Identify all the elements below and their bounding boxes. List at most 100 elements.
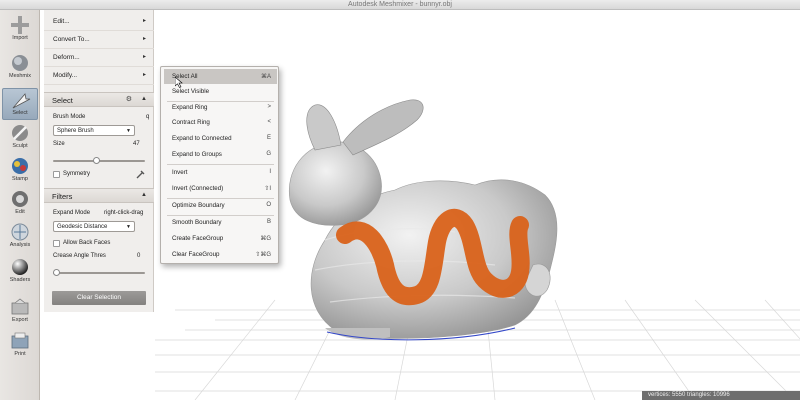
symmetry-checkbox[interactable]: [53, 171, 60, 178]
menu-convert-to[interactable]: Convert To... ▸: [44, 31, 154, 49]
tool-label: Analysis: [9, 242, 31, 248]
shortcut-label: B: [266, 219, 271, 225]
tool-import[interactable]: Import: [2, 14, 38, 46]
edit-icon: [12, 191, 28, 207]
tool-shaders[interactable]: Shaders: [2, 256, 38, 288]
dropdown-value: Geodesic Distance: [57, 224, 108, 230]
crease-angle-value: 0: [137, 253, 141, 259]
printer-icon: [11, 332, 29, 349]
shortcut-label: I: [269, 169, 271, 175]
tool-label: Stamp: [12, 176, 28, 182]
collapse-triangle-icon[interactable]: ▲: [141, 96, 147, 102]
shortcut-label: <: [267, 119, 271, 125]
filters-section-header[interactable]: Filters ▲: [44, 188, 154, 203]
meshmix-icon: [12, 55, 28, 71]
tool-analysis[interactable]: Analysis: [2, 221, 38, 253]
shortcut-label: ⇧I: [264, 186, 271, 192]
brush-mode-dropdown[interactable]: Sphere Brush ▼: [53, 125, 135, 136]
brush-mode-shortcut-icon: q: [146, 114, 150, 120]
title-bar: Autodesk Meshmixer - bunnyr.obj: [0, 0, 800, 10]
brush-mode-label: Brush Mode: [53, 114, 86, 120]
properties-panel: Edit... ▸ Convert To... ▸ Deform... ▸ Mo…: [44, 10, 154, 312]
menu-modify[interactable]: Modify... ▸: [44, 67, 154, 85]
menu-item-label: Expand to Connected: [172, 135, 232, 142]
tool-label: Print: [14, 351, 26, 357]
wrench-icon[interactable]: [136, 169, 146, 179]
section-title: Filters: [52, 192, 73, 201]
plus-icon: [11, 16, 29, 34]
select-context-menu: Select All ⌘A Select Visible Expand Ring…: [160, 66, 279, 264]
tool-label: Export: [12, 317, 28, 323]
menu-item-label: Expand to Groups: [172, 151, 222, 158]
menu-expand-to-groups[interactable]: Expand to Groups G: [164, 147, 277, 162]
menu-expand-ring[interactable]: Expand Ring >: [164, 100, 277, 115]
menu-invert[interactable]: Invert I: [164, 165, 277, 180]
slider-thumb[interactable]: [53, 269, 60, 276]
shader-sphere-icon: [12, 259, 28, 275]
shortcut-label: ⌘A: [260, 74, 271, 80]
tool-label: Import: [12, 35, 28, 41]
menu-item-label: Select Visible: [172, 88, 210, 95]
section-title: Select: [52, 96, 73, 105]
menu-smooth-boundary[interactable]: Smooth Boundary B: [164, 215, 277, 230]
tool-label: Sculpt: [12, 143, 28, 149]
select-section-header[interactable]: Select ⚙ ▲: [44, 92, 154, 107]
expand-mode-dropdown[interactable]: Geodesic Distance ▼: [53, 221, 135, 232]
menu-item-label: Create FaceGroup: [172, 235, 224, 242]
collapse-triangle-icon[interactable]: ▲: [141, 192, 147, 198]
tool-sculpt[interactable]: Sculpt: [2, 122, 38, 154]
menu-label: Deform...: [53, 54, 80, 61]
menu-invert-connected[interactable]: Invert (Connected) ⇧I: [164, 181, 277, 196]
stamp-icon: [12, 158, 28, 174]
chevron-down-icon: ▼: [126, 128, 131, 134]
tool-label: Select: [12, 110, 28, 116]
tool-label: Edit: [15, 209, 25, 215]
tool-stamp[interactable]: Stamp: [2, 155, 38, 187]
gear-icon[interactable]: ⚙: [126, 95, 132, 103]
menu-clear-facegroup[interactable]: Clear FaceGroup ⇧⌘G: [164, 247, 277, 262]
tool-edit[interactable]: Edit: [2, 188, 38, 220]
chevron-right-icon: ▸: [142, 18, 146, 24]
brush-icon: [12, 125, 28, 141]
clear-selection-button[interactable]: Clear Selection: [52, 291, 146, 305]
tool-export[interactable]: Export: [2, 296, 38, 328]
analysis-icon: [11, 223, 29, 241]
crease-angle-label: Crease Angle Thres: [53, 253, 106, 259]
menu-optimize-boundary[interactable]: Optimize Boundary O: [164, 198, 277, 213]
tool-label: Meshmix: [8, 73, 31, 79]
window-title: Autodesk Meshmixer - bunnyr.obj: [348, 1, 452, 8]
mesh-stats: vertices: 5550 triangles: 10996: [642, 391, 800, 400]
slider-thumb[interactable]: [92, 157, 100, 164]
export-icon: [11, 298, 29, 315]
chevron-down-icon: ▼: [126, 224, 131, 230]
tool-label: Shaders: [9, 277, 31, 283]
menu-select-visible[interactable]: Select Visible: [164, 84, 277, 99]
tool-meshmix[interactable]: Meshmix: [2, 52, 38, 84]
shortcut-label: ⇧⌘G: [255, 252, 271, 258]
crease-angle-slider[interactable]: [53, 269, 145, 276]
menu-deform[interactable]: Deform... ▸: [44, 49, 154, 67]
menu-expand-to-connected[interactable]: Expand to Connected E: [164, 131, 277, 146]
shortcut-label: G: [266, 151, 271, 157]
menu-item-label: Invert (Connected): [172, 185, 224, 192]
menu-item-label: Smooth Boundary: [172, 219, 222, 226]
menu-edit[interactable]: Edit... ▸: [44, 13, 154, 31]
size-label: Size: [53, 141, 65, 147]
dropdown-value: Sphere Brush: [57, 128, 94, 134]
menu-label: Modify...: [53, 72, 78, 79]
menu-contract-ring[interactable]: Contract Ring <: [164, 115, 277, 130]
allow-back-faces-checkbox[interactable]: [53, 240, 60, 247]
menu-create-facegroup[interactable]: Create FaceGroup ⌘G: [164, 231, 277, 246]
chevron-right-icon: ▸: [142, 72, 146, 78]
menu-item-label: Invert: [172, 169, 188, 176]
menu-item-label: Expand Ring: [172, 104, 208, 111]
menu-label: Edit...: [53, 18, 70, 25]
menu-item-label: Clear FaceGroup: [172, 251, 220, 258]
menu-item-label: Contract Ring: [172, 119, 210, 126]
size-slider[interactable]: [53, 157, 145, 164]
shortcut-label: E: [266, 135, 271, 141]
tool-select[interactable]: Select: [2, 88, 38, 120]
tool-rail: Import Meshmix Select Sculpt Stamp Edit: [0, 10, 40, 400]
expand-mode-hint: right-click-drag: [104, 210, 144, 216]
tool-print[interactable]: Print: [2, 330, 38, 362]
